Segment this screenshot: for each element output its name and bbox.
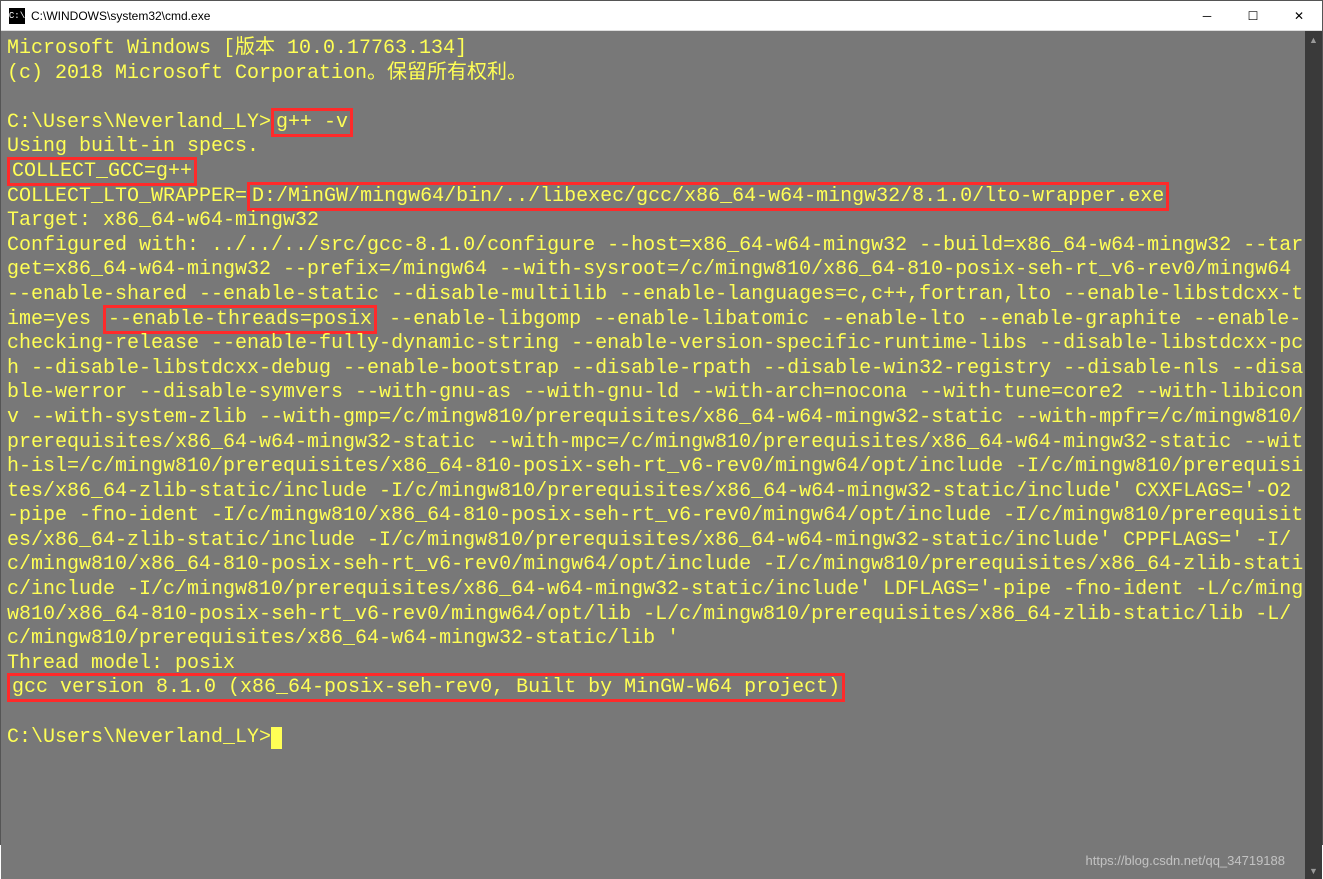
cursor <box>271 727 282 749</box>
vertical-scrollbar[interactable]: ▲ ▼ <box>1305 31 1322 879</box>
scroll-track[interactable] <box>1305 48 1322 862</box>
prompt: C:\Users\Neverland_LY> <box>7 111 271 134</box>
maximize-button[interactable]: ☐ <box>1230 1 1276 31</box>
cmd-window: C:\ C:\WINDOWS\system32\cmd.exe ─ ☐ ✕ Mi… <box>0 0 1323 845</box>
cmd-icon: C:\ <box>9 8 25 24</box>
titlebar[interactable]: C:\ C:\WINDOWS\system32\cmd.exe ─ ☐ ✕ <box>1 1 1322 31</box>
highlight-threads-posix: --enable-threads=posix <box>103 305 377 334</box>
prompt: C:\Users\Neverland_LY> <box>7 726 271 749</box>
watermark: https://blog.csdn.net/qq_34719188 <box>1086 849 1286 874</box>
line-version: Microsoft Windows [版本 10.0.17763.134] <box>7 37 467 60</box>
highlight-lto-wrapper: D:/MinGW/mingw64/bin/../libexec/gcc/x86_… <box>247 182 1169 211</box>
scroll-down-icon[interactable]: ▼ <box>1305 862 1322 879</box>
terminal-output[interactable]: Microsoft Windows [版本 10.0.17763.134] (c… <box>1 31 1305 879</box>
line-copyright: (c) 2018 Microsoft Corporation。保留所有权利。 <box>7 62 527 85</box>
line-specs: Using built-in specs. <box>7 135 259 158</box>
line-configured-2: --enable-libgomp --enable-libatomic --en… <box>7 308 1303 651</box>
highlight-command: g++ -v <box>271 108 353 137</box>
window-title: C:\WINDOWS\system32\cmd.exe <box>31 9 1184 23</box>
scroll-up-icon[interactable]: ▲ <box>1305 31 1322 48</box>
window-controls: ─ ☐ ✕ <box>1184 1 1322 31</box>
close-button[interactable]: ✕ <box>1276 1 1322 31</box>
line-lto-label: COLLECT_LTO_WRAPPER= <box>7 185 247 208</box>
highlight-gcc-version: gcc version 8.1.0 (x86_64-posix-seh-rev0… <box>7 673 845 702</box>
terminal-area: Microsoft Windows [版本 10.0.17763.134] (c… <box>1 31 1322 879</box>
minimize-button[interactable]: ─ <box>1184 1 1230 31</box>
line-target: Target: x86_64-w64-mingw32 <box>7 209 319 232</box>
line-thread-model: Thread model: posix <box>7 652 235 675</box>
highlight-collect-gcc: COLLECT_GCC=g++ <box>7 157 197 186</box>
